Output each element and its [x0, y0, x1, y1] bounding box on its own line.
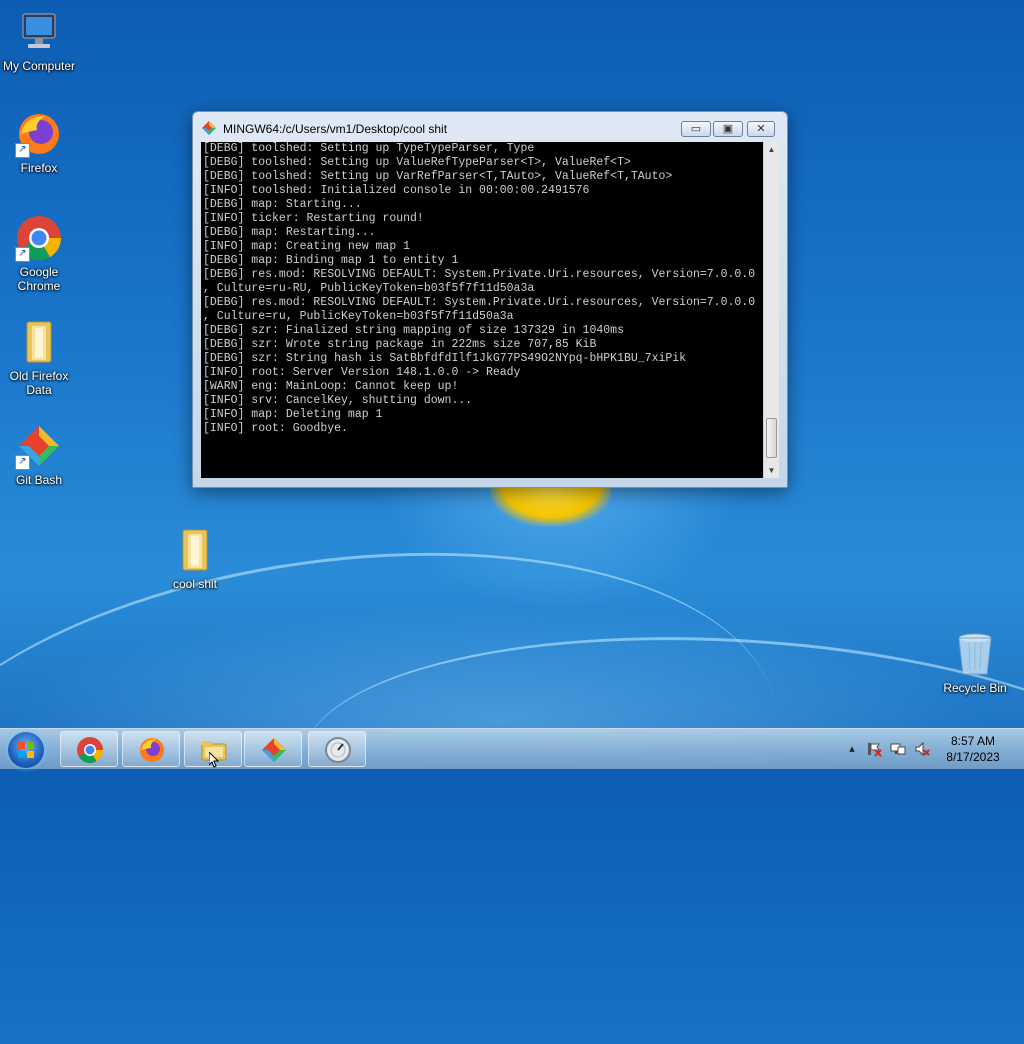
console-line: , Culture=ru, PublicKeyToken=b03f5f7f11d…: [203, 310, 514, 323]
network-icon[interactable]: [890, 741, 906, 757]
taskbar-git-bash-button[interactable]: [244, 731, 302, 767]
scrollbar-thumb[interactable]: [766, 418, 777, 458]
console-line: [DEBG] toolshed: Setting up VarRefParser…: [203, 170, 673, 183]
console-line: [DEBG] map: Restarting...: [203, 226, 376, 239]
desktop-icon-label: My Computer: [2, 59, 76, 73]
terminal-output[interactable]: [DEBG] toolshed: Setting up TypeTypePars…: [201, 142, 763, 478]
desktop-icon-label: Git Bash: [15, 473, 63, 487]
console-line: [INFO] root: Goodbye.: [203, 422, 348, 435]
console-line: [DEBG] map: Binding map 1 to entity 1: [203, 254, 459, 267]
taskbar-clock[interactable]: 8:57 AM 8/17/2023: [928, 733, 1018, 765]
taskbar-firefox-button[interactable]: [122, 731, 180, 767]
console-line: [DEBG] toolshed: Setting up ValueRefType…: [203, 156, 631, 169]
desktop-icon-old-firefox-data[interactable]: Old Firefox Data: [0, 318, 79, 397]
shortcut-arrow-icon: ↗: [15, 247, 30, 262]
chrome-icon: [77, 737, 104, 764]
console-line: [INFO] ticker: Restarting round!: [203, 212, 424, 225]
computer-icon: [15, 8, 63, 56]
git-bash-icon: [262, 738, 286, 762]
vertical-scrollbar[interactable]: ▲ ▼: [763, 142, 779, 478]
desktop-icon-git-bash[interactable]: ↗ Git Bash: [0, 422, 79, 487]
console-line: , Culture=ru-RU, PublicKeyToken=b03f5f7f…: [203, 282, 535, 295]
console-line: [DEBG] szr: String hash is SatBbfdfdIlf1…: [203, 352, 687, 365]
recycle-bin-icon: [951, 630, 999, 678]
shortcut-arrow-icon: ↗: [15, 455, 30, 470]
desktop-icon-cool-shit-folder[interactable]: cool shit: [155, 526, 235, 591]
window-titlebar[interactable]: MINGW64:/c/Users/vm1/Desktop/cool shit ▭…: [193, 112, 787, 142]
window-title: MINGW64:/c/Users/vm1/Desktop/cool shit: [223, 122, 448, 136]
desktop-icon-label: Old Firefox Data: [9, 369, 69, 397]
console-line: [WARN] eng: MainLoop: Cannot keep up!: [203, 380, 459, 393]
clock-date: 8/17/2023: [946, 750, 1000, 764]
console-line: [INFO] map: Creating new map 1: [203, 240, 411, 253]
console-line: [DEBG] szr: Wrote string package in 222m…: [203, 338, 597, 351]
start-button[interactable]: [8, 732, 44, 768]
folder-icon: [171, 526, 219, 574]
close-icon: ✕: [756, 123, 766, 135]
folder-icon: [15, 318, 63, 366]
desktop-icon-label: Recycle Bin: [943, 681, 1007, 695]
scroll-up-icon[interactable]: ▲: [764, 142, 779, 157]
console-line: [DEBG] toolshed: Setting up TypeTypePars…: [203, 142, 535, 155]
console-line: [INFO] srv: CancelKey, shutting down...: [203, 394, 473, 407]
wallpaper-flower: [490, 486, 612, 526]
git-bash-icon: [202, 121, 216, 135]
minimize-button[interactable]: ▭: [681, 121, 711, 137]
console-line: [DEBG] szr: Finalized string mapping of …: [203, 324, 624, 337]
taskbar: ▴ 8:57 AM 8/17/2023: [0, 728, 1024, 769]
windows-logo-icon: [18, 742, 34, 758]
chrome-icon: ↗: [15, 214, 63, 262]
taskbar-chrome-button[interactable]: [60, 731, 118, 767]
maximize-icon: ▣: [722, 123, 734, 135]
git-bash-icon: ↗: [15, 422, 63, 470]
show-hidden-icons[interactable]: ▴: [844, 741, 860, 757]
console-line: [INFO] toolshed: Initialized console in …: [203, 184, 590, 197]
console-line: [DEBG] res.mod: RESOLVING DEFAULT: Syste…: [203, 296, 756, 309]
scroll-down-icon[interactable]: ▼: [764, 463, 779, 478]
desktop-icon-label: cool shit: [172, 577, 218, 591]
taskbar-terminal-button[interactable]: [308, 731, 366, 767]
console-line: [DEBG] res.mod: RESOLVING DEFAULT: Syste…: [203, 268, 756, 281]
shortcut-arrow-icon: ↗: [15, 143, 30, 158]
minimize-icon: ▭: [690, 123, 702, 135]
mouse-cursor-icon: [208, 750, 221, 771]
console-line: [INFO] root: Server Version 148.1.0.0 ->…: [203, 366, 521, 379]
action-center-icon[interactable]: [866, 741, 882, 757]
desktop-icon-label: Google Chrome: [17, 265, 61, 293]
maximize-button[interactable]: ▣: [713, 121, 743, 137]
desktop-icon-label: Firefox: [20, 161, 58, 175]
terminal-icon: [325, 737, 351, 763]
clock-time: 8:57 AM: [950, 734, 996, 748]
desktop-icon-my-computer[interactable]: My Computer: [0, 8, 79, 73]
desktop-icon-google-chrome[interactable]: ↗ Google Chrome: [0, 214, 79, 293]
console-line: [DEBG] map: Starting...: [203, 198, 362, 211]
firefox-icon: [140, 738, 164, 762]
firefox-icon: ↗: [15, 110, 63, 158]
console-line: [INFO] map: Deleting map 1: [203, 408, 383, 421]
close-button[interactable]: ✕: [747, 121, 775, 137]
mingw64-terminal-window[interactable]: MINGW64:/c/Users/vm1/Desktop/cool shit ▭…: [192, 111, 788, 488]
desktop-icon-firefox[interactable]: ↗ Firefox: [0, 110, 79, 175]
desktop-icon-recycle-bin[interactable]: Recycle Bin: [935, 630, 1015, 695]
